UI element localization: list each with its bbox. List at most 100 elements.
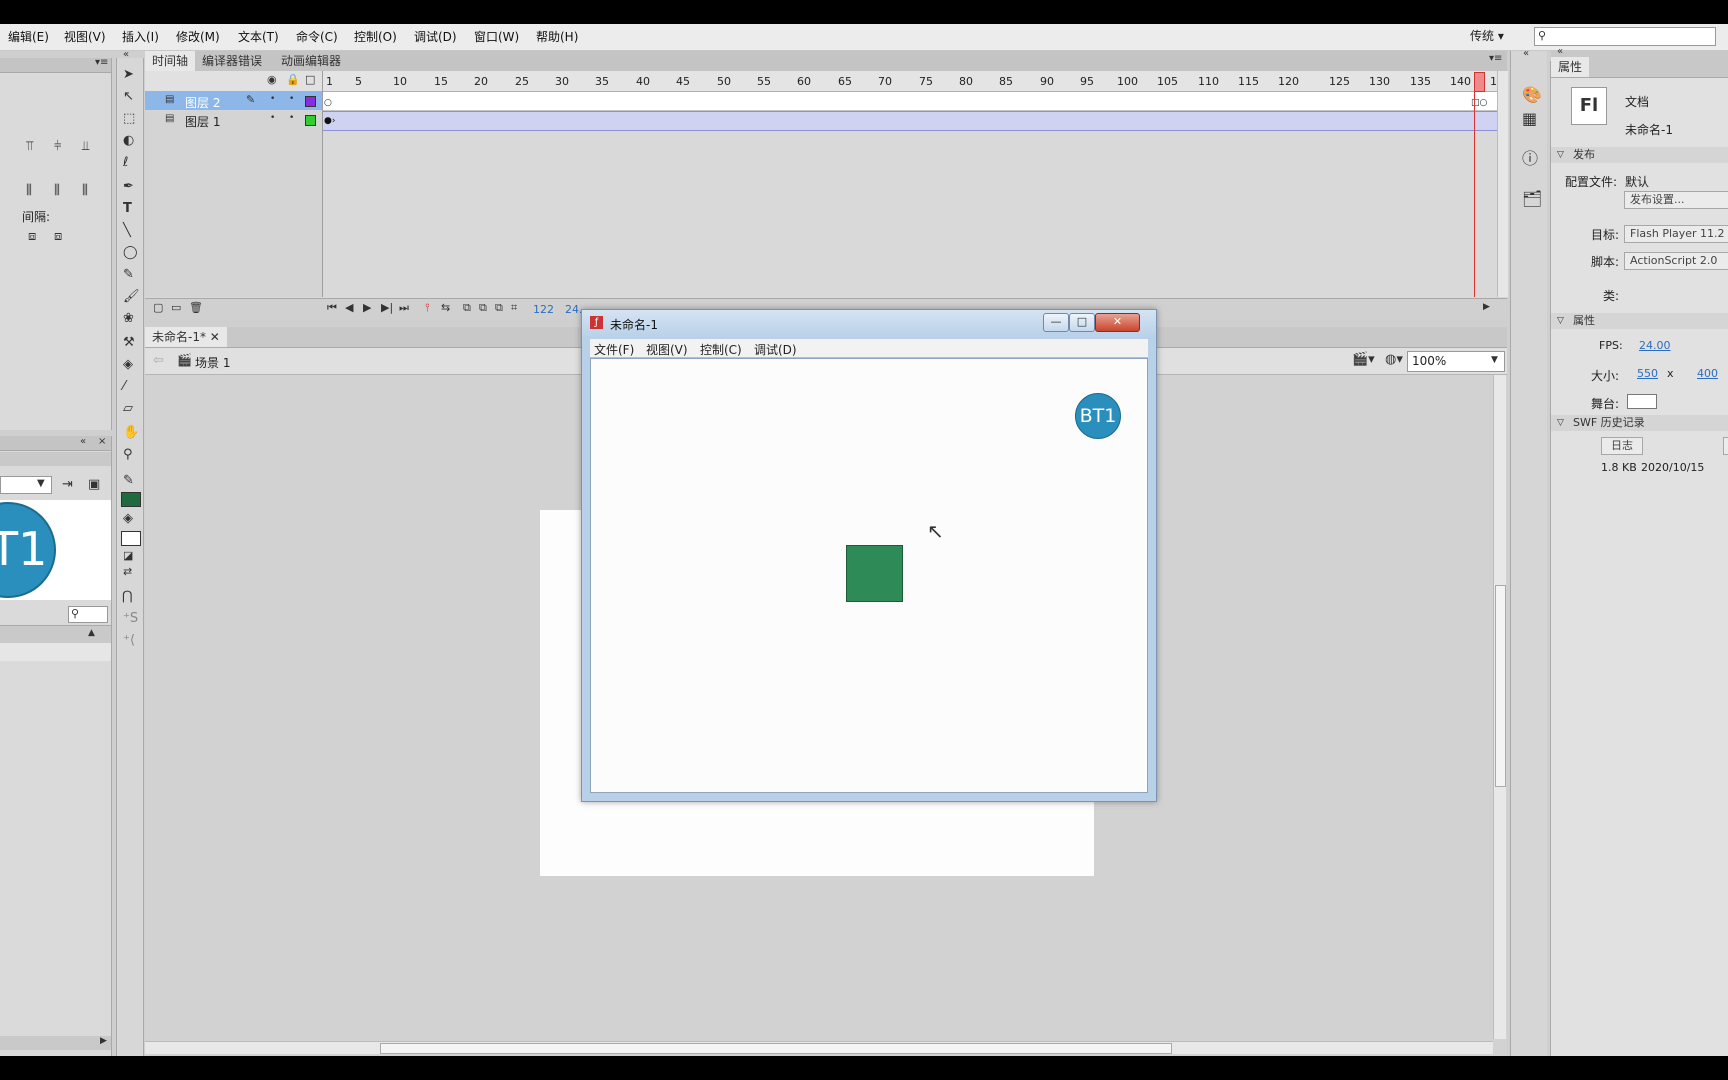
menu-help[interactable]: 帮助(H) xyxy=(536,28,578,45)
triangle-down-icon[interactable]: ▽ xyxy=(1557,317,1564,326)
swap-colors-icon[interactable]: ⇄ xyxy=(123,566,132,577)
swf-menu-control[interactable]: 控制(C) xyxy=(700,341,742,358)
height-value[interactable]: 400 xyxy=(1697,367,1718,380)
pin-icon[interactable]: ⇥ xyxy=(62,478,73,491)
menu-modify[interactable]: 修改(M) xyxy=(176,28,220,45)
playhead-handle[interactable] xyxy=(1474,72,1485,92)
align-top-icon[interactable]: ⫪ xyxy=(26,140,33,153)
align-vcenter-icon[interactable]: ⫩ xyxy=(54,140,61,153)
lock-dot-icon[interactable]: • xyxy=(289,95,294,104)
space-horizontal-icon[interactable]: ⧈ xyxy=(54,230,62,243)
properties-section-header[interactable]: 属性 xyxy=(1551,313,1728,329)
swf-menu-debug[interactable]: 调试(D) xyxy=(754,341,797,358)
layer-color-swatch[interactable] xyxy=(305,96,316,107)
panel-menu-icon[interactable]: ▾≡ xyxy=(95,58,108,68)
distribute-right-icon[interactable]: ⫼ xyxy=(82,184,88,197)
distribute-left-icon[interactable]: ⫼ xyxy=(26,184,32,197)
swf-menu-view[interactable]: 视图(V) xyxy=(646,341,688,358)
onion-skin-icon[interactable]: ⧉ xyxy=(463,302,471,313)
eyedropper-icon[interactable]: ⁄ xyxy=(123,380,125,393)
zoom-tool-icon[interactable]: ⚲ xyxy=(123,448,133,461)
space-vertical-icon[interactable]: ⧈ xyxy=(28,230,36,243)
line-tool-icon[interactable]: ╲ xyxy=(123,224,131,237)
menu-text[interactable]: 文本(T) xyxy=(238,28,279,45)
delete-layer-icon[interactable]: 🗑 xyxy=(189,302,203,313)
help-search-input[interactable]: ⚲ xyxy=(1534,27,1716,46)
layer-row-1[interactable]: ▤ 图层 1 • • xyxy=(145,111,322,129)
layer-color-swatch[interactable] xyxy=(305,115,316,126)
paint-bucket-icon[interactable]: ◈ xyxy=(123,358,133,371)
color-panel-icon[interactable]: 🎨 xyxy=(1522,87,1542,103)
menu-commands[interactable]: 命令(C) xyxy=(296,28,338,45)
distribute-hcenter-icon[interactable]: ⫼ xyxy=(54,184,60,197)
scroll-right-icon[interactable]: ▶ xyxy=(100,1037,107,1046)
frames-layer-2[interactable]: ○ □○ xyxy=(323,92,1497,111)
center-frame-icon[interactable]: ⫯ xyxy=(425,302,430,313)
publish-section-header[interactable]: 发布 xyxy=(1551,147,1728,163)
collapse-icon[interactable]: « xyxy=(80,437,86,447)
library-search-input[interactable]: ⚲ xyxy=(68,606,108,623)
menu-window[interactable]: 窗口(W) xyxy=(474,28,519,45)
workspace-switcher[interactable]: 传统 ▾ xyxy=(1470,27,1504,44)
frames-layer-1[interactable]: ●› xyxy=(323,111,1497,131)
bt1-button[interactable]: BT1 xyxy=(1075,393,1121,439)
fill-color-swatch[interactable] xyxy=(121,531,141,546)
onion-outline-icon[interactable]: ⧉ xyxy=(479,302,487,313)
library-panel-icon[interactable]: 🗂 xyxy=(1522,191,1542,207)
lasso-tool-icon[interactable]: ℓ xyxy=(123,156,128,169)
menu-control[interactable]: 控制(O) xyxy=(354,28,397,45)
tab-compiler-errors[interactable]: 编译器错误 xyxy=(195,51,269,71)
play-icon[interactable]: ▶ xyxy=(363,302,371,313)
close-icon[interactable]: × xyxy=(98,437,106,447)
log-button[interactable]: 日志 xyxy=(1601,437,1643,455)
hscroll-thumb[interactable] xyxy=(380,1043,1172,1054)
script-select[interactable]: ActionScript 2.0 xyxy=(1624,252,1728,270)
library-item[interactable] xyxy=(0,643,111,661)
loop-icon[interactable]: ⇆ xyxy=(441,302,450,313)
menu-view[interactable]: 视图(V) xyxy=(64,28,106,45)
frame-rate[interactable]: 24. xyxy=(565,303,583,316)
brush-tool-icon[interactable]: 🖌 xyxy=(123,290,140,303)
tab-motion-editor[interactable]: 动画编辑器 xyxy=(274,51,348,71)
pen-tool-icon[interactable]: ✒ xyxy=(123,180,134,193)
text-tool-icon[interactable]: T xyxy=(123,202,132,215)
selection-tool-icon[interactable]: ➤ xyxy=(123,68,134,81)
fps-value[interactable]: 24.00 xyxy=(1639,339,1671,352)
straighten-icon[interactable]: ⁺⟨ xyxy=(123,634,135,647)
tab-timeline[interactable]: 时间轴 xyxy=(145,51,196,71)
prev-frame-icon[interactable]: ◀ xyxy=(345,302,353,313)
maximize-button[interactable]: □ xyxy=(1069,313,1095,332)
new-layer-icon[interactable]: ▢ xyxy=(153,302,163,313)
expand-icon[interactable]: « xyxy=(1523,49,1529,59)
tab-document[interactable]: 未命名-1* ✕ xyxy=(145,327,227,347)
timeline-vscrollbar[interactable] xyxy=(1497,71,1508,297)
library-document-select[interactable]: ▼ xyxy=(0,476,52,494)
library-scrollbar[interactable]: ▶ xyxy=(0,1036,111,1050)
swf-titlebar[interactable]: ƒ 未命名-1 — □ ✕ xyxy=(582,310,1156,338)
onion-markers-icon[interactable]: ⌗ xyxy=(511,302,517,313)
publish-settings-button[interactable]: 发布设置... xyxy=(1624,191,1728,209)
deco-tool-icon[interactable]: ❀ xyxy=(123,312,134,325)
tab-properties[interactable]: 属性 xyxy=(1551,57,1590,77)
frame-ruler[interactable]: 1 5 10 15 20 25 30 35 40 45 50 55 60 65 … xyxy=(323,71,1504,92)
stroke-color-swatch[interactable] xyxy=(121,492,141,507)
layer-row-2[interactable]: ▤ 图层 2 ✎ • • xyxy=(145,92,322,110)
triangle-down-icon[interactable]: ▽ xyxy=(1557,419,1564,428)
first-frame-icon[interactable]: ⏮ xyxy=(327,302,337,313)
smooth-icon[interactable]: ⁺S xyxy=(123,612,138,625)
stage-vscrollbar[interactable] xyxy=(1493,375,1506,1039)
close-icon[interactable]: ✕ xyxy=(210,330,220,344)
panel-menu-icon[interactable]: ▾≡ xyxy=(1489,54,1502,64)
eraser-tool-icon[interactable]: ▱ xyxy=(123,402,133,415)
free-transform-icon[interactable]: ⬚ xyxy=(123,112,135,125)
black-white-icon[interactable]: ◪ xyxy=(123,550,133,561)
info-panel-icon[interactable]: ⓘ xyxy=(1522,151,1538,167)
bone-tool-icon[interactable]: ⚒ xyxy=(123,336,135,349)
align-bottom-icon[interactable]: ⫫ xyxy=(82,140,89,153)
3d-rotation-icon[interactable]: ◐ xyxy=(123,134,134,147)
next-frame-icon[interactable]: ▶| xyxy=(381,302,393,313)
current-frame[interactable]: 122 xyxy=(533,303,554,316)
new-folder-icon[interactable]: ▭ xyxy=(171,302,181,313)
stroke-color-icon[interactable]: ✎ xyxy=(123,474,134,487)
target-select[interactable]: Flash Player 11.2 xyxy=(1624,225,1728,243)
